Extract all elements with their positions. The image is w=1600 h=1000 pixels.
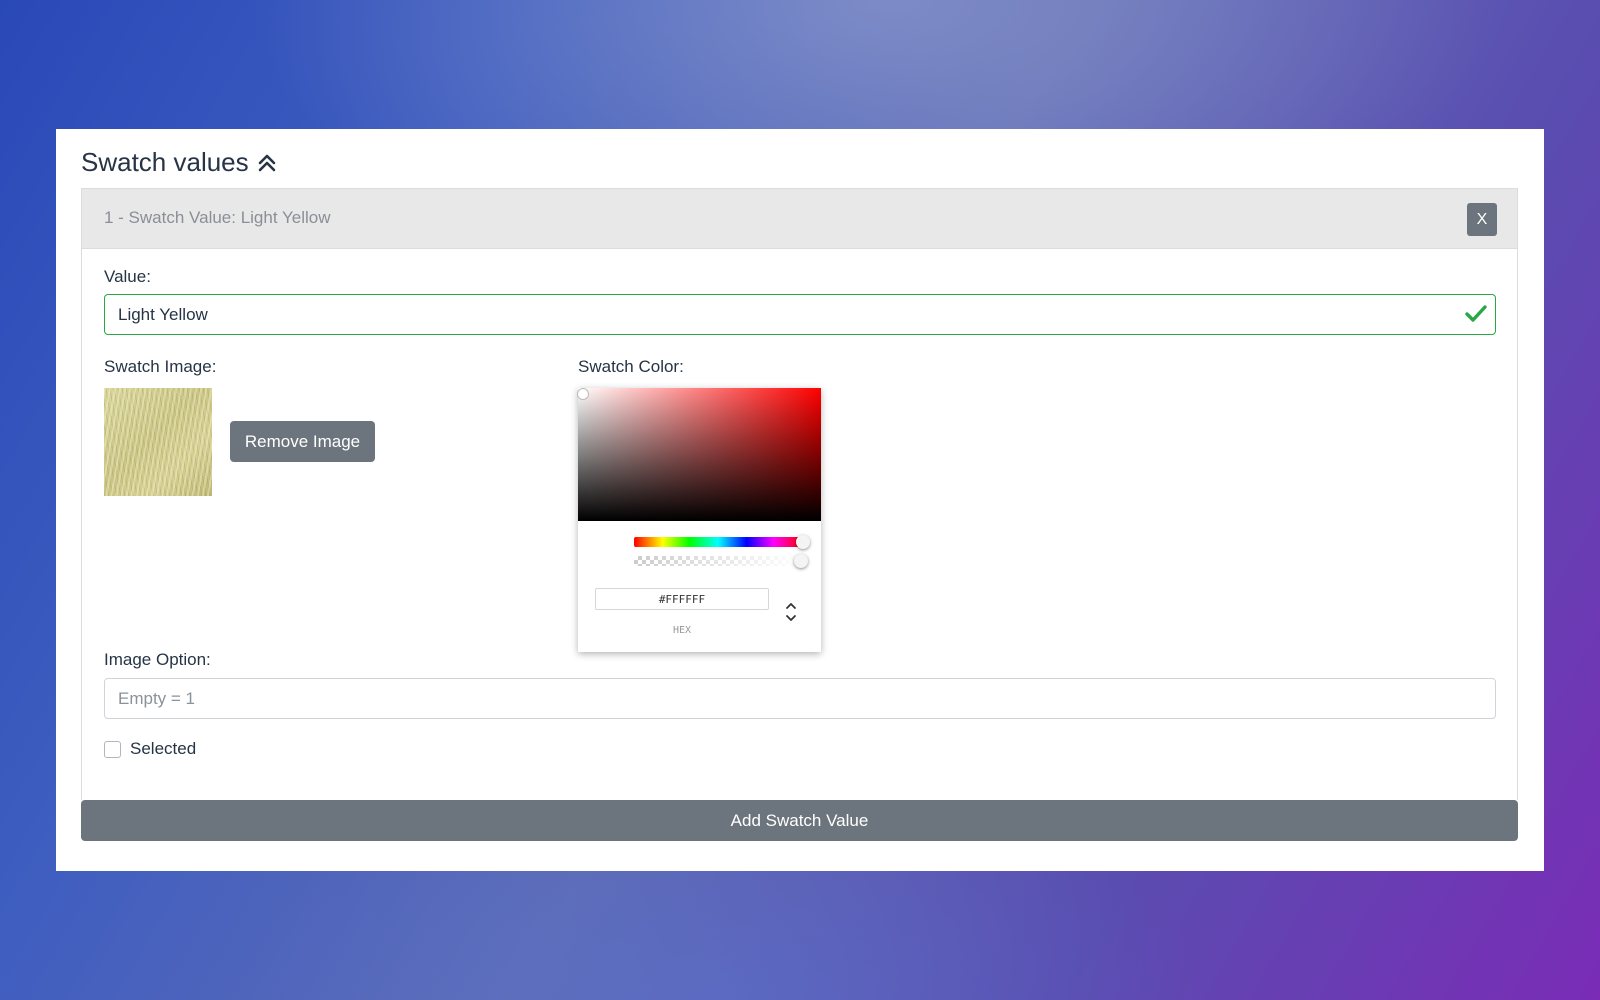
add-swatch-value-button[interactable]: Add Swatch Value bbox=[81, 800, 1518, 841]
color-picker: HEX bbox=[577, 388, 821, 652]
remove-image-button[interactable]: Remove Image bbox=[230, 421, 375, 462]
swatch-image-thumbnail bbox=[104, 388, 212, 496]
alpha-handle[interactable] bbox=[794, 554, 808, 568]
section-header[interactable]: Swatch values bbox=[81, 147, 277, 178]
color-mode-toggle-icon[interactable] bbox=[784, 599, 798, 625]
alpha-slider[interactable] bbox=[634, 556, 802, 566]
swatch-values-panel: Swatch values 1 - Swatch Value: Light Ye… bbox=[56, 129, 1544, 871]
chevron-double-up-icon[interactable] bbox=[257, 153, 277, 173]
swatch-value-card: 1 - Swatch Value: Light Yellow X Value: … bbox=[81, 188, 1518, 800]
image-option-label: Image Option: bbox=[104, 650, 211, 669]
remove-swatch-button[interactable]: X bbox=[1467, 203, 1497, 236]
swatch-color-label: Swatch Color: bbox=[578, 357, 684, 376]
card-header: 1 - Swatch Value: Light Yellow X bbox=[82, 189, 1517, 249]
hex-input[interactable] bbox=[595, 588, 769, 610]
hue-handle[interactable] bbox=[796, 535, 810, 549]
hue-slider[interactable] bbox=[634, 537, 802, 547]
saturation-area[interactable] bbox=[577, 388, 821, 521]
swatch-image-label: Swatch Image: bbox=[104, 357, 217, 376]
value-label: Value: bbox=[104, 267, 151, 286]
saturation-handle[interactable] bbox=[577, 388, 589, 400]
section-title: Swatch values bbox=[81, 147, 249, 177]
value-input[interactable] bbox=[104, 294, 1496, 335]
color-mode-label: HEX bbox=[672, 625, 692, 636]
selected-label: Selected bbox=[130, 739, 197, 758]
image-option-input[interactable] bbox=[104, 678, 1496, 719]
check-icon bbox=[1465, 305, 1487, 322]
card-header-title: 1 - Swatch Value: Light Yellow bbox=[104, 208, 331, 227]
selected-checkbox[interactable] bbox=[104, 741, 121, 758]
